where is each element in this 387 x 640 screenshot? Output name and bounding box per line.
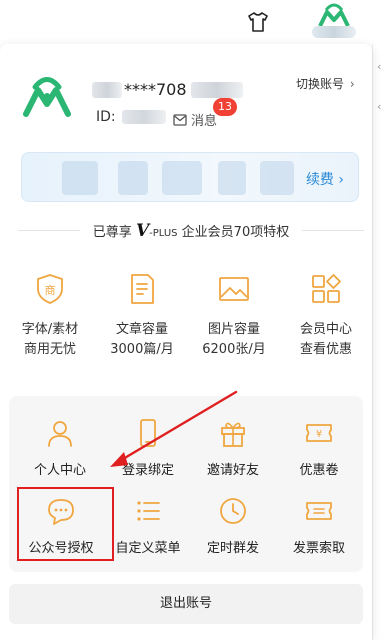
benefit-title: 文章容量	[115, 322, 168, 337]
svg-text:商: 商	[45, 283, 56, 297]
logout-button[interactable]: 退出账号	[9, 584, 363, 624]
username-blurred	[312, 26, 356, 38]
privilege-suffix: 企业会员70项特权	[181, 225, 290, 240]
benefit-subtitle: 查看优惠	[299, 342, 352, 357]
redacted-block	[121, 110, 166, 124]
privilege-text: 已尊享 V-PLUS 企业会员70项特权	[18, 221, 364, 241]
tool-label: 登录绑定	[121, 463, 174, 478]
logo-icon	[318, 3, 350, 27]
benefit-item[interactable]: 图片容量 6200张/月	[194, 272, 274, 360]
tshirt-icon[interactable]	[246, 10, 270, 34]
messages-link[interactable]: 消息	[173, 110, 217, 129]
tool-label: 优惠卷	[299, 463, 339, 478]
tool-label: 邀请好友	[206, 463, 259, 478]
benefit-title: 图片容量	[207, 322, 260, 337]
top-bar	[0, 0, 387, 44]
tool-scheduled-send[interactable]: 定时群发	[189, 496, 277, 556]
list-icon	[137, 501, 160, 521]
chevron-right-icon: ›	[349, 77, 355, 91]
vplus-logo: V	[135, 221, 150, 241]
background-page-strip: ‹ ‹	[372, 0, 387, 640]
tool-label: 自定义菜单	[115, 541, 181, 556]
redacted-block	[92, 81, 122, 98]
user-icon	[48, 421, 72, 447]
background-mark: ‹	[377, 60, 382, 73]
logo-icon	[23, 77, 71, 117]
tool-coupons[interactable]: ¥ 优惠卷	[275, 418, 363, 478]
image-icon	[219, 277, 249, 301]
redacted-block	[162, 161, 202, 195]
gift-icon	[221, 422, 245, 447]
grid-icon	[312, 274, 341, 303]
switch-account-link[interactable]: 切换账号 ›	[296, 75, 355, 92]
mail-icon	[173, 113, 187, 126]
annotation-highlight-box	[17, 487, 114, 561]
shield-shang-icon: 商	[37, 274, 63, 304]
clock-icon	[220, 498, 246, 524]
coupon-icon: ¥	[306, 424, 332, 442]
invoice-icon	[306, 502, 332, 520]
tool-label: 发票索取	[292, 541, 345, 556]
message-count-badge: 13	[213, 98, 237, 116]
tool-invite-friends[interactable]: 邀请好友	[189, 418, 277, 478]
switch-account-label: 切换账号	[296, 77, 345, 91]
phone-icon	[140, 419, 156, 447]
benefit-title: 字体/素材	[21, 322, 79, 337]
vplus-suffix: -PLUS	[149, 228, 178, 239]
account-id: ID:	[96, 109, 166, 125]
tool-label: 定时群发	[206, 541, 259, 556]
privilege-prefix: 已尊享	[92, 225, 132, 240]
benefit-item[interactable]: 文章容量 3000篇/月	[102, 272, 182, 360]
redacted-block	[118, 161, 148, 195]
avatar[interactable]	[312, 2, 356, 38]
redacted-block	[190, 81, 243, 98]
tool-personal-center[interactable]: 个人中心	[16, 418, 104, 478]
svg-text:¥: ¥	[316, 429, 322, 440]
tool-label: 个人中心	[33, 463, 86, 478]
account-name-text: ****708	[124, 80, 187, 99]
benefit-item[interactable]: 商 字体/素材 商用无忧	[10, 272, 90, 360]
account-name: ****708	[92, 80, 243, 99]
background-mark: ‹	[377, 100, 382, 113]
tool-invoice-request[interactable]: 发票索取	[275, 496, 363, 556]
renew-link[interactable]: 续费 ›	[306, 169, 344, 189]
document-icon	[131, 274, 154, 304]
redacted-block	[260, 161, 294, 195]
messages-label: 消息	[191, 114, 218, 129]
tool-custom-menu[interactable]: 自定义菜单	[104, 496, 192, 556]
benefit-title: 会员中心	[299, 322, 352, 337]
tool-login-binding[interactable]: 登录绑定	[104, 418, 192, 478]
account-id-label: ID:	[96, 109, 116, 125]
benefit-subtitle: 3000篇/月	[110, 342, 174, 357]
benefit-subtitle: 商用无忧	[23, 342, 76, 357]
redacted-block	[62, 161, 98, 195]
benefit-subtitle: 6200张/月	[202, 342, 266, 357]
privilege-divider: 已尊享 V-PLUS 企业会员70项特权	[18, 219, 364, 243]
redacted-block	[218, 161, 246, 195]
benefit-item[interactable]: 会员中心 查看优惠	[286, 272, 366, 360]
membership-renew-banner[interactable]: 续费 ›	[21, 152, 359, 202]
